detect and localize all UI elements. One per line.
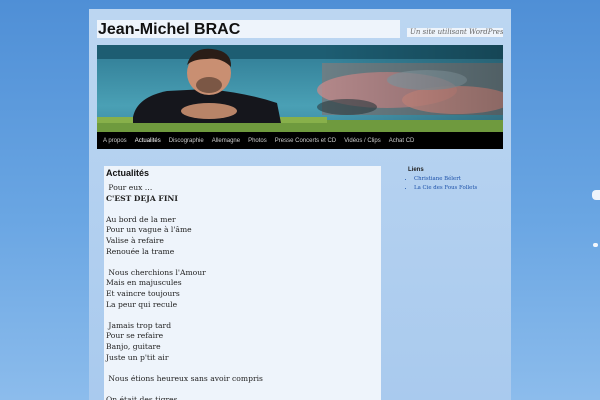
nav-item-6[interactable]: Vidéos / Clips — [344, 138, 381, 144]
post-line — [106, 257, 376, 268]
banner-photo — [97, 45, 503, 132]
nav-item-0[interactable]: A propos — [103, 138, 127, 144]
background-bird-shape — [593, 243, 598, 247]
post-line: Nous cherchions l'Amour — [106, 267, 206, 277]
header-banner-image — [97, 45, 503, 132]
post-line: Valise à refaire — [106, 235, 164, 245]
post-line: Pour un vague à l'âme — [106, 225, 192, 235]
post-line — [106, 363, 376, 374]
main-navigation: A propos Actualités Discographie Allemagne P… — [97, 132, 503, 149]
site-tagline: Un site utilisant WordPress — [407, 28, 503, 37]
nav-item-4[interactable]: Photos — [248, 138, 267, 144]
sidebar-link[interactable]: Christiane Bélert — [414, 176, 461, 182]
nav-item-1[interactable]: Actualités — [135, 138, 161, 144]
site-title[interactable]: Jean-Michel BRAC — [98, 21, 240, 39]
post-line: Jamais trop tard — [106, 320, 172, 330]
post-line: Pour eux … — [106, 183, 153, 192]
post-line: Juste un p'tit air — [106, 352, 169, 362]
post-line: Et vaincre toujours — [106, 288, 180, 298]
list-item: La Cie des Fous Follets — [414, 184, 503, 193]
list-item: Christiane Bélert — [414, 175, 503, 184]
post-title[interactable]: Actualités — [106, 168, 149, 178]
post-line: Pour se refaire — [106, 331, 164, 341]
widget-title-links: Liens — [408, 167, 424, 173]
post-line: Nous étions heureux sans avoir compris — [106, 373, 263, 383]
links-list: Christiane Bélert La Cie des Fous Follets — [408, 175, 503, 193]
sidebar-link[interactable]: La Cie des Fous Follets — [414, 185, 477, 191]
background-bird-shape — [592, 190, 600, 200]
post-line — [106, 204, 376, 215]
post-body: Pour eux … C'EST DEJA FINI Au bord de la m… — [106, 183, 376, 400]
post-line: C'EST DEJA FINI — [106, 193, 178, 203]
nav-item-5[interactable]: Presse Concerts et CD — [275, 138, 336, 144]
page-wrapper: Jean-Michel BRAC Un site utilisant WordP… — [89, 9, 511, 400]
post-line: Banjo, guitare — [106, 341, 161, 351]
post-line: La peur qui recule — [106, 299, 178, 309]
post-line: Mais en majuscules — [106, 278, 182, 288]
nav-item-2[interactable]: Discographie — [169, 138, 204, 144]
nav-item-7[interactable]: Achat CD — [389, 138, 415, 144]
post-line — [106, 310, 376, 321]
nav-item-3[interactable]: Allemagne — [212, 138, 240, 144]
sidebar: Liens Christiane Bélert La Cie des Fous F… — [408, 167, 503, 193]
post-line: Renouée la trame — [106, 246, 175, 256]
post-line — [106, 384, 376, 395]
post-line: Au bord de la mer — [106, 214, 176, 224]
post-line: On était des tigres — [106, 394, 178, 400]
post-content: Actualités Pour eux … C'EST DEJA FINI Au b… — [104, 166, 381, 400]
